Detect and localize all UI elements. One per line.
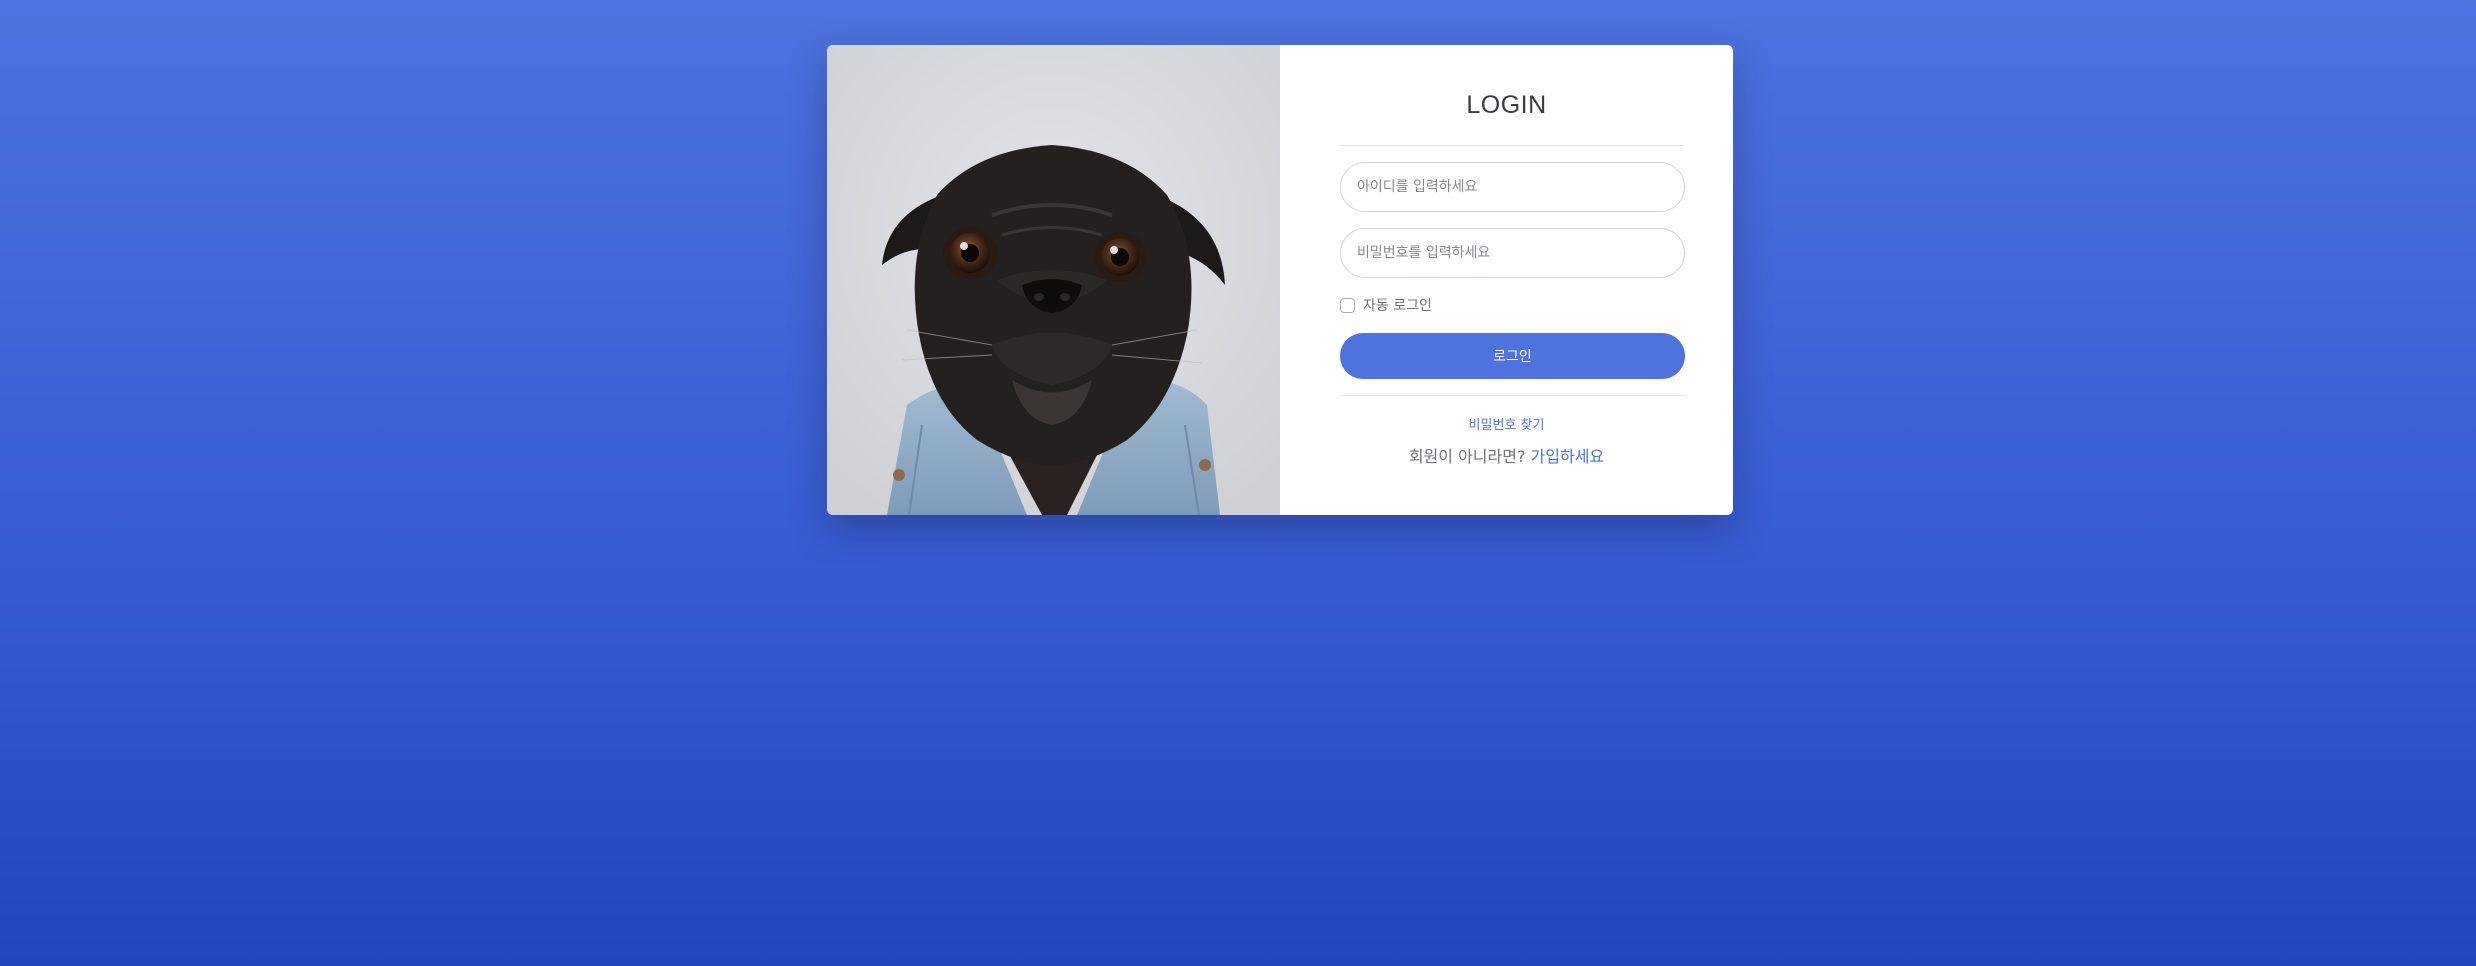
forgot-password-link[interactable]: 비밀번호 찾기 bbox=[1280, 414, 1733, 433]
password-input[interactable] bbox=[1340, 228, 1685, 278]
signup-row: 회원이 아니라면? 가입하세요 bbox=[1280, 443, 1733, 467]
pug-dog-photo bbox=[827, 45, 1280, 515]
login-title: LOGIN bbox=[1466, 91, 1547, 119]
login-button[interactable]: 로그인 bbox=[1340, 333, 1685, 379]
login-card: LOGIN 자동 로그인 로그인 비밀번호 찾기 회원이 아니라면? 가입하세요 bbox=[827, 45, 1733, 515]
signup-prompt: 회원이 아니라면? bbox=[1408, 447, 1526, 466]
login-form: LOGIN 자동 로그인 로그인 비밀번호 찾기 회원이 아니라면? 가입하세요 bbox=[1280, 45, 1733, 515]
user-id-input[interactable] bbox=[1340, 162, 1685, 212]
divider-bottom bbox=[1340, 395, 1685, 396]
remember-me-checkbox[interactable] bbox=[1340, 297, 1355, 313]
divider-top bbox=[1340, 145, 1685, 146]
remember-me-option[interactable]: 자동 로그인 bbox=[1340, 295, 1432, 315]
signup-link[interactable]: 가입하세요 bbox=[1531, 447, 1605, 466]
remember-me-label: 자동 로그인 bbox=[1363, 298, 1432, 314]
